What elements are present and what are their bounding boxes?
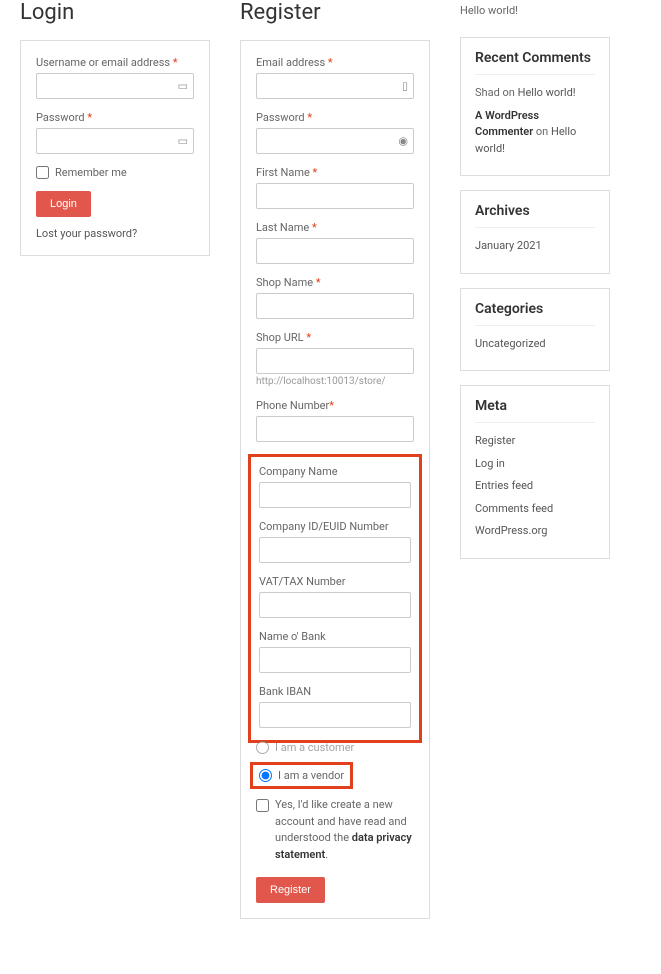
username-input[interactable] bbox=[36, 73, 194, 99]
bank-iban-input[interactable] bbox=[259, 702, 411, 728]
meta-link[interactable]: Entries feed bbox=[475, 479, 533, 492]
vendor-fields-highlight: Company Name Company ID/EUID Number VAT/… bbox=[248, 454, 422, 743]
shop-name-label: Shop Name * bbox=[256, 276, 414, 289]
consent-text: Yes, I'd like create a new account and h… bbox=[275, 797, 414, 863]
first-name-label: First Name * bbox=[256, 166, 414, 179]
last-name-label: Last Name * bbox=[256, 221, 414, 234]
phone-input[interactable] bbox=[256, 416, 414, 442]
eye-icon: ▭ bbox=[178, 135, 188, 148]
recent-comments-title: Recent Comments bbox=[475, 50, 595, 75]
user-icon: ▭ bbox=[178, 80, 188, 93]
vat-input[interactable] bbox=[259, 592, 411, 618]
consent-checkbox[interactable] bbox=[256, 799, 269, 812]
meta-link[interactable]: Register bbox=[475, 434, 515, 447]
eye-icon: ◉ bbox=[398, 135, 408, 148]
username-label: Username or email address * bbox=[36, 56, 194, 69]
register-button[interactable]: Register bbox=[256, 877, 325, 903]
shop-url-input[interactable] bbox=[256, 348, 414, 374]
archives-title: Archives bbox=[475, 203, 595, 228]
login-panel: Username or email address * ▭ Password *… bbox=[20, 40, 210, 256]
register-panel: Email address * ▯ Password * ◉ First Nam… bbox=[240, 40, 430, 919]
meta-link[interactable]: WordPress.org bbox=[475, 524, 547, 537]
recent-post-link[interactable]: Hello world! bbox=[460, 4, 610, 17]
role-customer-radio[interactable] bbox=[256, 741, 269, 754]
reg-password-label: Password * bbox=[256, 111, 414, 124]
email-input[interactable] bbox=[256, 73, 414, 99]
clipboard-icon: ▯ bbox=[402, 80, 408, 93]
company-name-label: Company Name bbox=[259, 465, 411, 478]
bank-name-label: Name o' Bank bbox=[259, 630, 411, 643]
meta-link[interactable]: Comments feed bbox=[475, 502, 553, 515]
categories-title: Categories bbox=[475, 301, 595, 326]
recent-comments-card: Recent Comments Shad on Hello world! A W… bbox=[460, 37, 610, 176]
login-button[interactable]: Login bbox=[36, 191, 91, 217]
first-name-input[interactable] bbox=[256, 183, 414, 209]
role-customer-label: I am a customer bbox=[275, 741, 354, 754]
password-label: Password * bbox=[36, 111, 194, 124]
comment-item: Shad on Hello world! bbox=[475, 85, 595, 102]
role-vendor-radio[interactable] bbox=[259, 769, 272, 782]
register-title: Register bbox=[240, 0, 430, 25]
reg-password-input[interactable] bbox=[256, 128, 414, 154]
meta-title: Meta bbox=[475, 398, 595, 423]
lost-password-link[interactable]: Lost your password? bbox=[36, 227, 194, 240]
archives-card: Archives January 2021 bbox=[460, 190, 610, 274]
bank-name-input[interactable] bbox=[259, 647, 411, 673]
last-name-input[interactable] bbox=[256, 238, 414, 264]
remember-label: Remember me bbox=[55, 166, 127, 179]
archive-link[interactable]: January 2021 bbox=[475, 239, 542, 252]
remember-checkbox[interactable] bbox=[36, 166, 49, 179]
bank-iban-label: Bank IBAN bbox=[259, 685, 411, 698]
phone-label: Phone Number* bbox=[256, 399, 414, 412]
role-vendor-label: I am a vendor bbox=[278, 769, 344, 782]
company-id-input[interactable] bbox=[259, 537, 411, 563]
comment-post-link[interactable]: Hello world! bbox=[518, 86, 576, 99]
shop-name-input[interactable] bbox=[256, 293, 414, 319]
category-link[interactable]: Uncategorized bbox=[475, 337, 546, 350]
vat-label: VAT/TAX Number bbox=[259, 575, 411, 588]
meta-link[interactable]: Log in bbox=[475, 457, 505, 470]
company-id-label: Company ID/EUID Number bbox=[259, 520, 411, 533]
password-input[interactable] bbox=[36, 128, 194, 154]
company-name-input[interactable] bbox=[259, 482, 411, 508]
login-title: Login bbox=[20, 0, 210, 25]
shop-url-hint: http://localhost:10013/store/ bbox=[256, 376, 414, 387]
vendor-radio-highlight: I am a vendor bbox=[250, 762, 353, 789]
comment-item: A WordPress Commenter on Hello world! bbox=[475, 108, 595, 158]
email-label: Email address * bbox=[256, 56, 414, 69]
categories-card: Categories Uncategorized bbox=[460, 288, 610, 372]
meta-card: Meta Register Log in Entries feed Commen… bbox=[460, 385, 610, 559]
shop-url-label: Shop URL * bbox=[256, 331, 414, 344]
